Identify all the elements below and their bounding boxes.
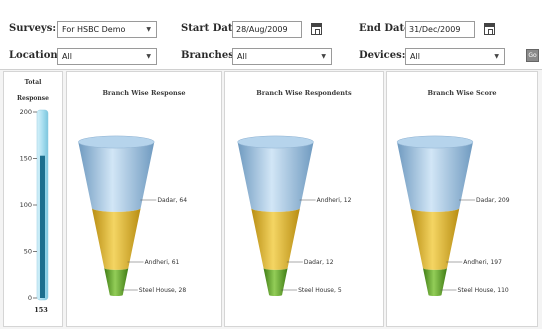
go-button[interactable]: Go — [526, 49, 539, 62]
chevron-down-icon: ▼ — [321, 53, 326, 60]
funnel-chart-response: Dadar, 64 Andheri, 61 Steel House, 28 — [78, 135, 187, 297]
funnel-panel-respondents: Branch Wise Respondents Andheri, 12 Dadar… — [224, 71, 384, 327]
funnel-data-label: Steel House, 110 — [458, 287, 509, 294]
location-select-value: All — [62, 52, 72, 61]
funnel-title: Branch Wise Score — [427, 89, 497, 97]
funnel-segment-andheri — [237, 142, 314, 212]
funnel-data-label: Steel House, 28 — [139, 287, 187, 294]
funnel-title: Branch Wise Response — [102, 89, 186, 97]
gauge-tick-label: 0 — [28, 294, 32, 302]
calendar-icon[interactable] — [484, 23, 495, 35]
calendar-icon[interactable] — [311, 23, 322, 35]
funnel-chart-score: Dadar, 209 Andheri, 197 Steel House, 110 — [396, 135, 510, 297]
funnel-top — [78, 135, 155, 149]
start-date-input[interactable]: 28/Aug/2009 — [232, 21, 302, 38]
surveys-label: Surveys: — [9, 23, 57, 34]
surveys-select[interactable]: For HSBC Demo ▼ — [57, 21, 157, 38]
funnel-chart-respondents: Andheri, 12 Dadar, 12 Steel House, 5 — [237, 135, 352, 297]
gauge-fill — [40, 155, 45, 298]
devices-select[interactable]: All ▼ — [405, 48, 505, 65]
funnel-data-label: Dadar, 64 — [157, 197, 187, 204]
gauge-tick-label: 50 — [24, 248, 32, 256]
gauge-title-line2: Response — [17, 95, 49, 102]
total-response-panel: Total Response 200 150 100 50 0 153 — [3, 71, 63, 327]
funnel-panel-score: Branch Wise Score Dadar, 209 Andheri, 197… — [386, 71, 538, 327]
funnel-data-label: Dadar, 209 — [476, 197, 510, 204]
funnel-segment-steel-house — [104, 268, 129, 297]
end-date-input[interactable]: 31/Dec/2009 — [405, 21, 475, 38]
funnel-data-label: Andheri, 61 — [145, 259, 180, 266]
surveys-select-value: For HSBC Demo — [62, 25, 126, 34]
gauge-title-line1: Total — [25, 79, 42, 86]
funnel-segment-dadar — [78, 142, 155, 212]
funnel-data-label: Steel House, 5 — [298, 287, 342, 294]
chevron-down-icon: ▼ — [494, 53, 499, 60]
location-label: Location: — [9, 50, 62, 61]
funnel-segment-andheri — [91, 208, 141, 270]
gauge-tick-label: 150 — [20, 155, 32, 163]
funnel-segment-andheri — [410, 208, 460, 270]
gauge-tick-label: 200 — [20, 108, 32, 116]
chevron-down-icon: ▼ — [146, 26, 151, 33]
funnel-segment-dadar — [251, 208, 300, 270]
branches-select[interactable]: All ▼ — [232, 48, 332, 65]
funnel-title: Branch Wise Respondents — [256, 89, 352, 97]
chevron-down-icon: ▼ — [146, 53, 151, 60]
funnel-data-label: Andheri, 12 — [317, 197, 352, 204]
funnel-segment-dadar — [397, 142, 473, 212]
funnel-segment-steel-house — [422, 268, 448, 297]
funnel-segment-steel-house — [263, 268, 288, 297]
location-select[interactable]: All ▼ — [57, 48, 157, 65]
funnel-data-label: Andheri, 197 — [463, 259, 502, 266]
filter-bar: Surveys: For HSBC Demo ▼ Start Date: 28/… — [0, 0, 542, 70]
devices-label: Devices: — [359, 50, 406, 61]
total-response-gauge: Total Response 200 150 100 50 0153 — [17, 79, 49, 314]
branches-select-value: All — [237, 52, 247, 61]
funnel-top — [237, 135, 314, 149]
funnel-panel-response: Branch Wise Response Dadar, 64 Andheri, 6… — [66, 71, 222, 327]
gauge-value-label: 153 — [34, 306, 48, 314]
devices-select-value: All — [410, 52, 420, 61]
funnel-top — [396, 135, 474, 149]
gauge-tick-label: 100 — [20, 201, 32, 209]
funnel-data-label: Dadar, 12 — [304, 259, 334, 266]
branches-label: Branches: — [181, 50, 238, 61]
